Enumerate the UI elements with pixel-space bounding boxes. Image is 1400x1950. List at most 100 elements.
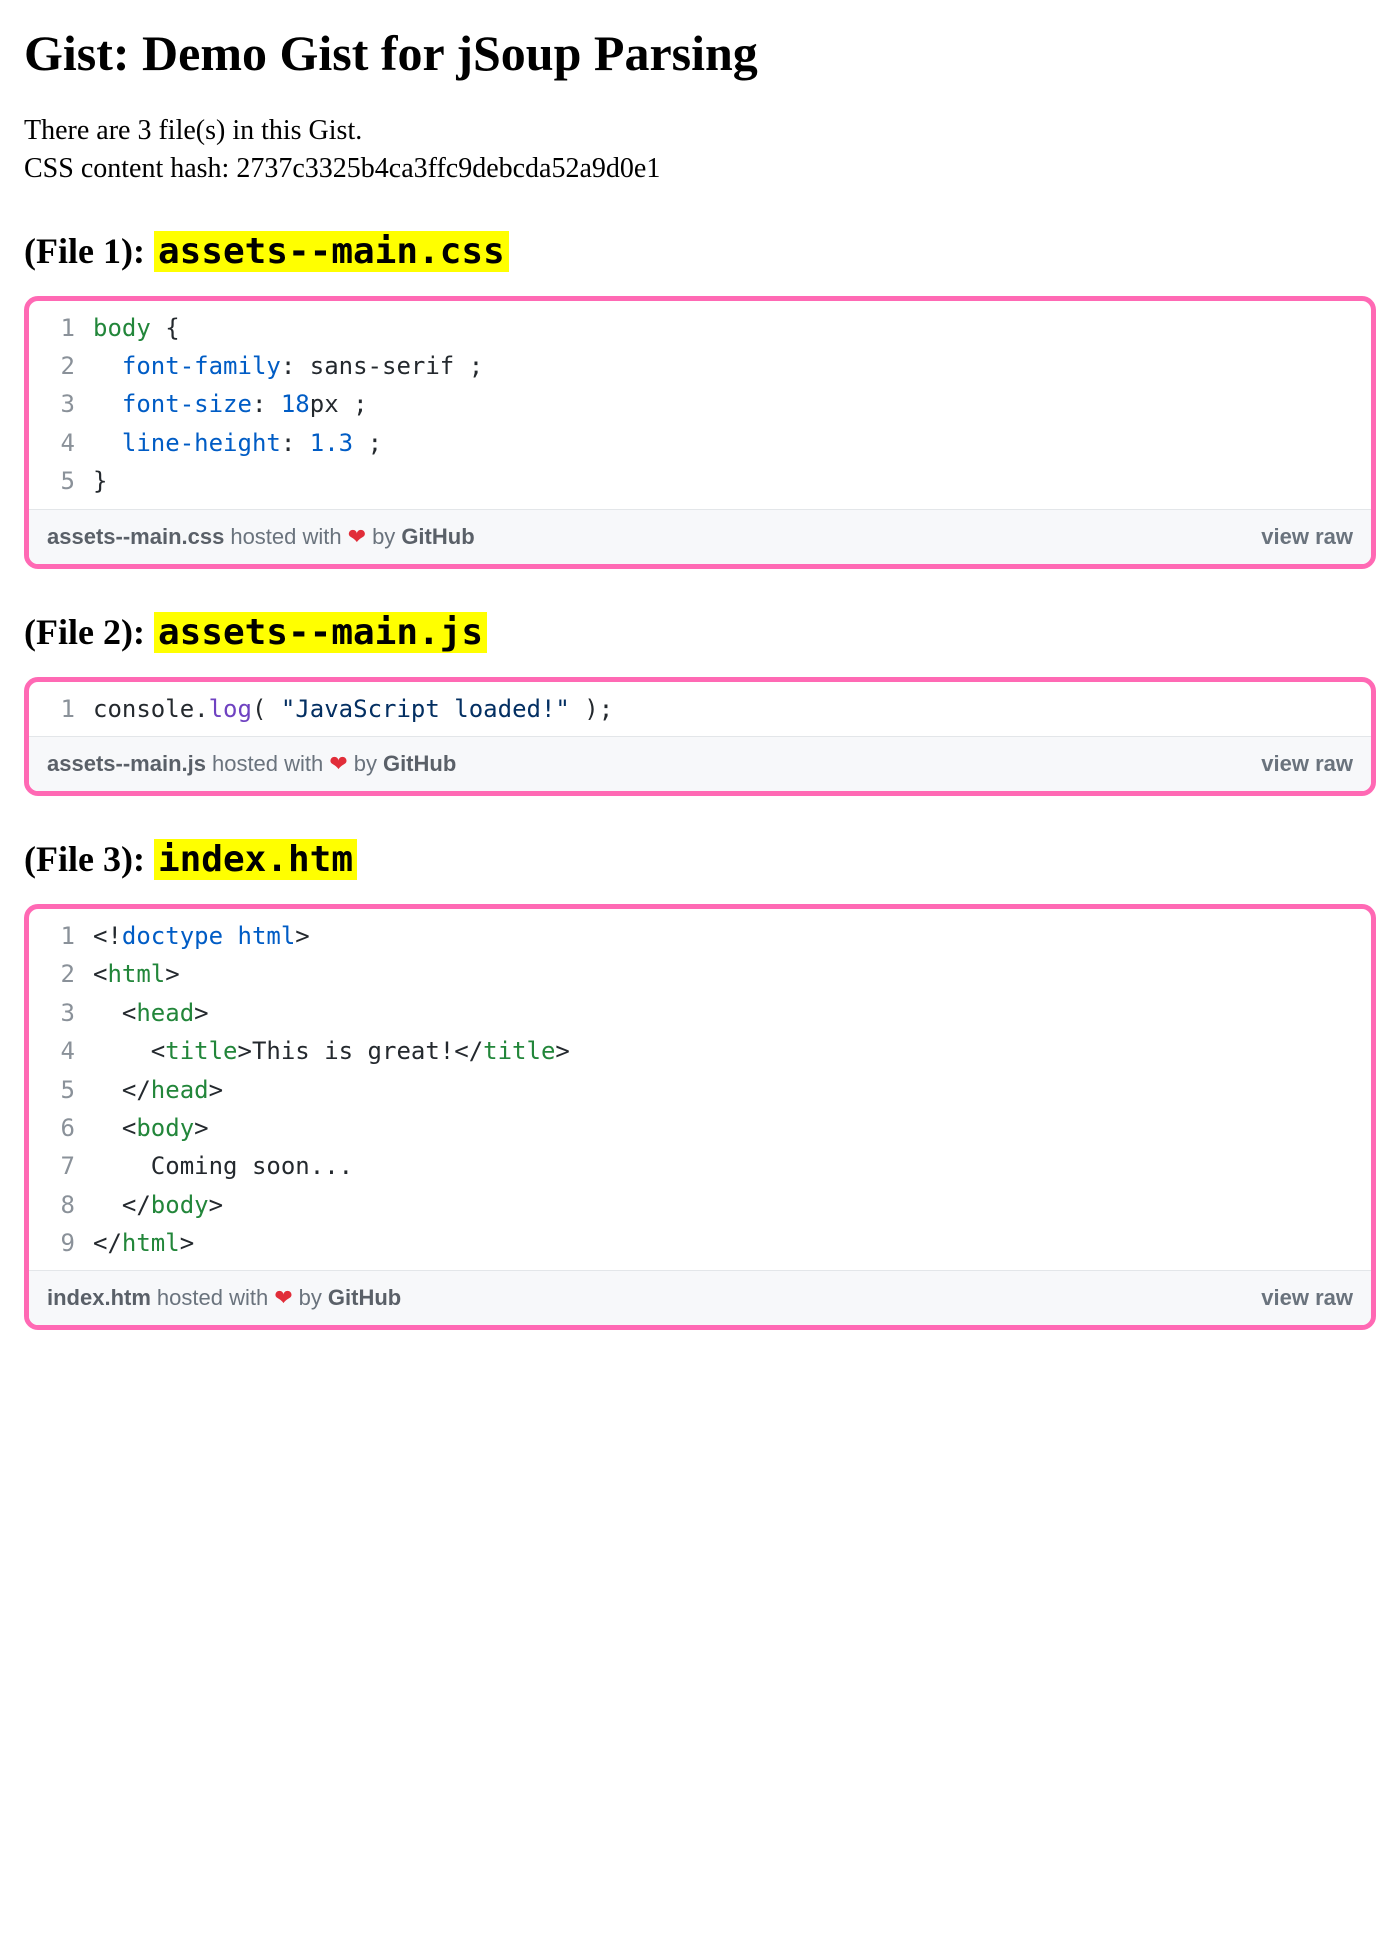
- gist-footer-left: assets--main.js hosted with ❤ by GitHub: [47, 751, 456, 777]
- gist-footer: assets--main.js hosted with ❤ by GitHub v…: [29, 736, 1371, 791]
- gist-box: 1body {2 font-family: sans-serif ;3 font…: [24, 296, 1376, 569]
- code-token: log: [209, 695, 252, 723]
- line-content: line-height: 1.3 ;: [93, 424, 1371, 462]
- gist-box: 1<!doctype html>2<html>3 <head>4 <title>…: [24, 904, 1376, 1331]
- line-content: body {: [93, 309, 1371, 347]
- line-number: 7: [29, 1147, 93, 1185]
- line-content: <head>: [93, 994, 1371, 1032]
- code-line: 3 font-size: 18px ;: [29, 385, 1371, 423]
- code-token: This is great!: [252, 1037, 454, 1065]
- code-token: .: [194, 695, 208, 723]
- line-content: }: [93, 462, 1371, 500]
- code-block: 1body {2 font-family: sans-serif ;3 font…: [29, 301, 1371, 509]
- line-content: </body>: [93, 1186, 1371, 1224]
- line-number: 5: [29, 1071, 93, 1109]
- code-token: </: [93, 1229, 122, 1257]
- line-content: <!doctype html>: [93, 917, 1371, 955]
- code-token: font-size: [122, 390, 252, 418]
- code-line: 9</html>: [29, 1224, 1371, 1262]
- line-content: Coming soon...: [93, 1147, 1371, 1185]
- code-block: 1console.log( "JavaScript loaded!" );: [29, 682, 1371, 736]
- code-token: [93, 352, 122, 380]
- code-line: 8 </body>: [29, 1186, 1371, 1224]
- line-content: font-family: sans-serif ;: [93, 347, 1371, 385]
- code-token: >: [209, 1076, 223, 1104]
- code-line: 4 line-height: 1.3 ;: [29, 424, 1371, 462]
- code-token: <: [93, 1037, 165, 1065]
- code-token: >: [238, 1037, 252, 1065]
- code-line: 1console.log( "JavaScript loaded!" );: [29, 690, 1371, 728]
- code-block: 1<!doctype html>2<html>3 <head>4 <title>…: [29, 909, 1371, 1271]
- code-token: >: [194, 999, 208, 1027]
- gist-box: 1console.log( "JavaScript loaded!" ); ass…: [24, 677, 1376, 796]
- code-token: font-family: [122, 352, 281, 380]
- code-token: </: [454, 1037, 483, 1065]
- view-raw-link[interactable]: view raw: [1261, 1285, 1353, 1311]
- hosted-with-text: hosted with: [157, 1285, 268, 1311]
- code-token: >: [194, 1114, 208, 1142]
- file-heading-filename: index.htm: [154, 839, 357, 880]
- code-token: >: [209, 1191, 223, 1219]
- code-token: 1.3: [310, 429, 353, 457]
- view-raw-link[interactable]: view raw: [1261, 751, 1353, 777]
- code-line: 1<!doctype html>: [29, 917, 1371, 955]
- code-token: title: [483, 1037, 555, 1065]
- by-text: by: [299, 1285, 322, 1311]
- footer-filename[interactable]: index.htm: [47, 1285, 151, 1311]
- heart-icon: ❤: [329, 751, 347, 777]
- footer-filename[interactable]: assets--main.css: [47, 524, 224, 550]
- code-token: html: [238, 922, 296, 950]
- code-token: line-height: [122, 429, 281, 457]
- footer-filename[interactable]: assets--main.js: [47, 751, 206, 777]
- code-token: html: [107, 960, 165, 988]
- code-token: <: [93, 1114, 136, 1142]
- code-token: >: [165, 960, 179, 988]
- line-number: 6: [29, 1109, 93, 1147]
- github-link[interactable]: GitHub: [328, 1285, 401, 1311]
- line-number: 4: [29, 424, 93, 462]
- file-heading-prefix: (File 3):: [24, 839, 154, 879]
- code-token: >: [180, 1229, 194, 1257]
- line-number: 9: [29, 1224, 93, 1262]
- line-content: </head>: [93, 1071, 1371, 1109]
- file-count-line: There are 3 file(s) in this Gist.: [24, 112, 1376, 150]
- code-token: head: [136, 999, 194, 1027]
- code-token: </: [93, 1191, 151, 1219]
- code-token: <: [93, 960, 107, 988]
- file-heading: (File 2): assets--main.js: [24, 611, 1376, 653]
- line-number: 3: [29, 385, 93, 423]
- line-content: <title>This is great!</title>: [93, 1032, 1371, 1070]
- code-line: 7 Coming soon...: [29, 1147, 1371, 1185]
- code-token: console: [93, 695, 194, 723]
- code-line: 1body {: [29, 309, 1371, 347]
- code-token: body: [151, 1191, 209, 1219]
- gist-footer: assets--main.css hosted with ❤ by GitHub…: [29, 509, 1371, 564]
- file-heading-filename: assets--main.css: [154, 231, 509, 272]
- line-number: 1: [29, 917, 93, 955]
- view-raw-link[interactable]: view raw: [1261, 524, 1353, 550]
- content-hash-line: CSS content hash: 2737c3325b4ca3ffc9debc…: [24, 150, 1376, 188]
- by-text: by: [354, 751, 377, 777]
- code-token: title: [165, 1037, 237, 1065]
- line-content: console.log( "JavaScript loaded!" );: [93, 690, 1371, 728]
- code-line: 2<html>: [29, 955, 1371, 993]
- github-link[interactable]: GitHub: [383, 751, 456, 777]
- page-title: Gist: Demo Gist for jSoup Parsing: [24, 24, 1376, 82]
- code-token: }: [93, 467, 107, 495]
- code-token: );: [570, 695, 613, 723]
- gist-footer-left: assets--main.css hosted with ❤ by GitHub: [47, 524, 475, 550]
- line-number: 2: [29, 347, 93, 385]
- line-number: 8: [29, 1186, 93, 1224]
- code-line: 3 <head>: [29, 994, 1371, 1032]
- code-token: body: [136, 1114, 194, 1142]
- gist-footer-left: index.htm hosted with ❤ by GitHub: [47, 1285, 401, 1311]
- code-line: 2 font-family: sans-serif ;: [29, 347, 1371, 385]
- line-number: 4: [29, 1032, 93, 1070]
- line-content: </html>: [93, 1224, 1371, 1262]
- github-link[interactable]: GitHub: [401, 524, 474, 550]
- code-line: 6 <body>: [29, 1109, 1371, 1147]
- code-token: (: [252, 695, 281, 723]
- line-content: <html>: [93, 955, 1371, 993]
- code-token: >: [295, 922, 309, 950]
- code-line: 4 <title>This is great!</title>: [29, 1032, 1371, 1070]
